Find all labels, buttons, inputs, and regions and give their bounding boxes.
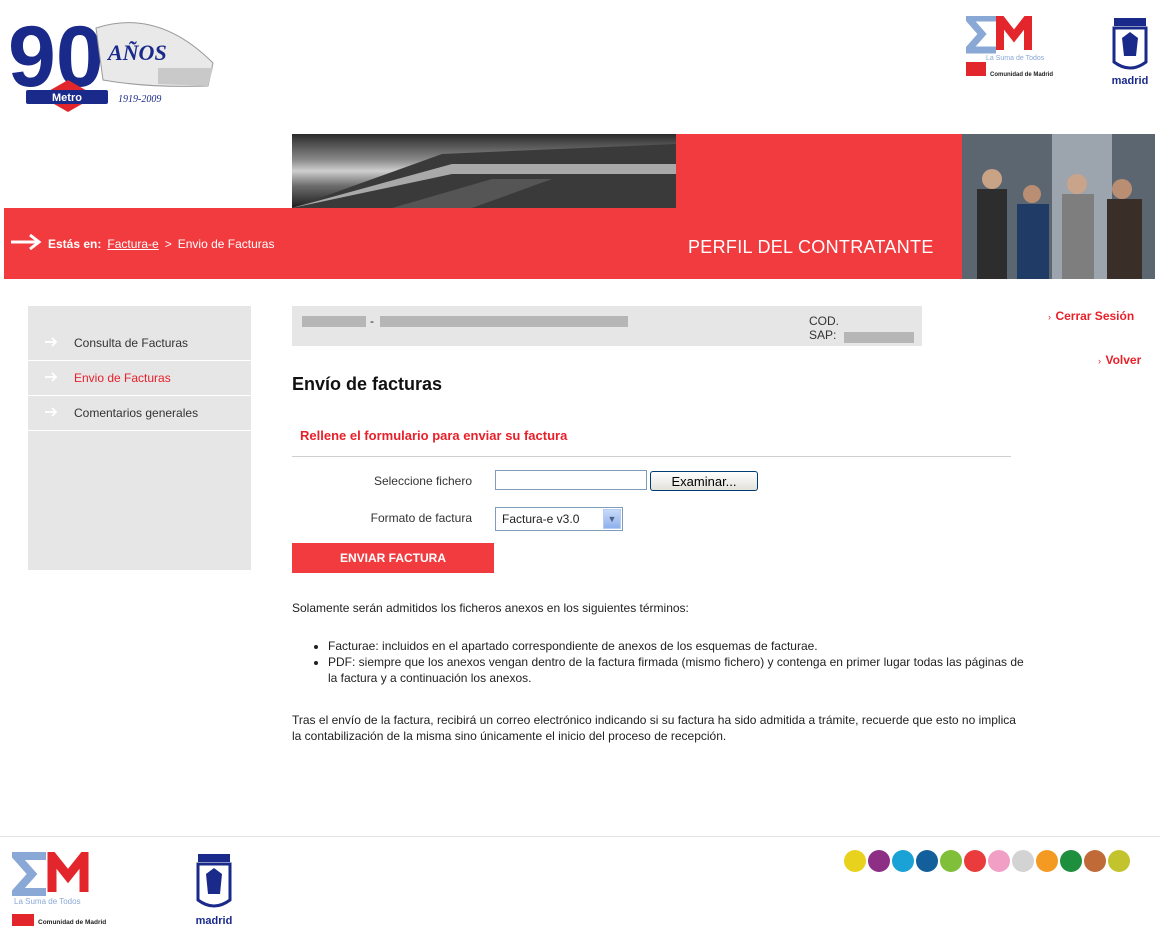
breadcrumb-link-factura-e[interactable]: Factura-e xyxy=(107,237,158,251)
color-dot xyxy=(988,850,1010,872)
em-tagline: La Suma de Todos xyxy=(986,55,1045,62)
arrow-right-icon xyxy=(28,335,74,351)
chevron-right-icon: › xyxy=(1098,356,1101,366)
metro-tunnel-image xyxy=(292,134,676,208)
color-dot xyxy=(916,850,938,872)
sidebar-item-label: Comentarios generales xyxy=(74,406,199,420)
color-dot xyxy=(1060,850,1082,872)
color-dot xyxy=(1084,850,1106,872)
page-title: Envío de facturas xyxy=(292,374,443,394)
color-dot xyxy=(940,850,962,872)
color-dot xyxy=(1108,850,1130,872)
terms-list: Facturae: incluidos en el apartado corre… xyxy=(312,638,1028,686)
breadcrumb-prefix: Estás en: xyxy=(48,236,102,251)
info-dash: - xyxy=(370,314,374,328)
comunidad-label: Comunidad de Madrid xyxy=(990,72,1053,78)
cod-sap-label: COD. SAP: xyxy=(809,314,839,342)
metro-90-anniversary-logo: 90 AÑOS Metro 1919-2009 xyxy=(8,8,218,126)
format-select[interactable]: Factura-e v3.0 ▼ xyxy=(495,507,623,531)
sidebar: Consulta de Facturas Envio de Facturas C… xyxy=(28,306,251,570)
sidebar-item-comentarios[interactable]: Comentarios generales xyxy=(28,396,251,431)
list-item: PDF: siempre que los anexos vengan dentr… xyxy=(328,654,1028,686)
sidebar-item-label: Consulta de Facturas xyxy=(74,336,189,350)
browse-button[interactable]: Examinar... xyxy=(650,471,758,491)
back-link[interactable]: Volver xyxy=(1105,353,1141,367)
footer-madrid-city-logo: madrid xyxy=(190,852,238,928)
comunidad-madrid-logo: La Suma de Todos Comunidad de Madrid xyxy=(960,6,1076,84)
logout-link-wrap: › Cerrar Sesión xyxy=(1048,307,1134,325)
metro-passengers-photo xyxy=(962,134,1155,279)
arrow-right-icon xyxy=(28,405,74,421)
format-label: Formato de factura xyxy=(370,511,472,525)
chevron-down-icon[interactable]: ▼ xyxy=(603,509,621,529)
comunidad-label: Comunidad de Madrid xyxy=(38,919,106,926)
list-item: Facturae: incluidos en el apartado corre… xyxy=(328,638,1028,654)
arrow-right-icon xyxy=(28,370,74,386)
sap-label: SAP: xyxy=(809,328,837,342)
redacted-code xyxy=(302,316,366,327)
send-invoice-button[interactable]: ENVIAR FACTURA xyxy=(292,543,494,573)
footer-comunidad-madrid-logo: La Suma de Todos Comunidad de Madrid xyxy=(7,843,122,928)
redacted-company-name xyxy=(380,316,628,327)
back-link-wrap: › Volver xyxy=(1098,351,1141,369)
notes-intro: Solamente serán admitidos los ficheros a… xyxy=(292,601,689,615)
em-tagline: La Suma de Todos xyxy=(14,897,81,906)
banner-title: PERFIL DEL CONTRATANTE xyxy=(688,237,934,257)
format-select-value: Factura-e v3.0 xyxy=(502,512,580,526)
sidebar-item-envio[interactable]: Envio de Facturas xyxy=(28,361,251,396)
divider xyxy=(292,456,1011,457)
redacted-sap-code xyxy=(844,332,914,343)
madrid-city-logo: madrid xyxy=(1106,12,1154,88)
color-dot xyxy=(964,850,986,872)
footer-color-dots xyxy=(844,850,1130,872)
metro-label: Metro xyxy=(52,92,82,104)
madrid-label: madrid xyxy=(196,915,233,927)
file-label: Seleccione fichero xyxy=(373,474,472,488)
footer-divider xyxy=(0,836,1160,837)
color-dot xyxy=(1036,850,1058,872)
chevron-right-icon: › xyxy=(1048,312,1051,322)
breadcrumb: Estás en: Factura-e > Envio de Facturas xyxy=(10,233,275,253)
form-subtitle: Rellene el formulario para enviar su fac… xyxy=(300,428,568,443)
color-dot xyxy=(892,850,914,872)
arrow-right-icon xyxy=(10,233,42,253)
madrid-label: madrid xyxy=(1112,75,1149,87)
file-path-input[interactable] xyxy=(495,470,647,490)
color-dot xyxy=(844,850,866,872)
breadcrumb-separator: > xyxy=(164,236,172,251)
sidebar-item-label: Envio de Facturas xyxy=(74,371,171,385)
contractor-info-bar: - COD. SAP: xyxy=(292,306,922,346)
cod-label: COD. xyxy=(809,314,839,328)
logout-link[interactable]: Cerrar Sesión xyxy=(1055,309,1134,323)
anniversary-word: AÑOS xyxy=(106,40,167,65)
banner-red-block xyxy=(676,134,962,208)
color-dot xyxy=(1012,850,1034,872)
notes-outro: Tras el envío de la factura, recibirá un… xyxy=(292,713,1016,743)
breadcrumb-current: Envio de Facturas xyxy=(177,236,275,251)
anniversary-years: 1919-2009 xyxy=(118,94,161,105)
color-dot xyxy=(868,850,890,872)
sidebar-item-consulta[interactable]: Consulta de Facturas xyxy=(28,326,251,361)
